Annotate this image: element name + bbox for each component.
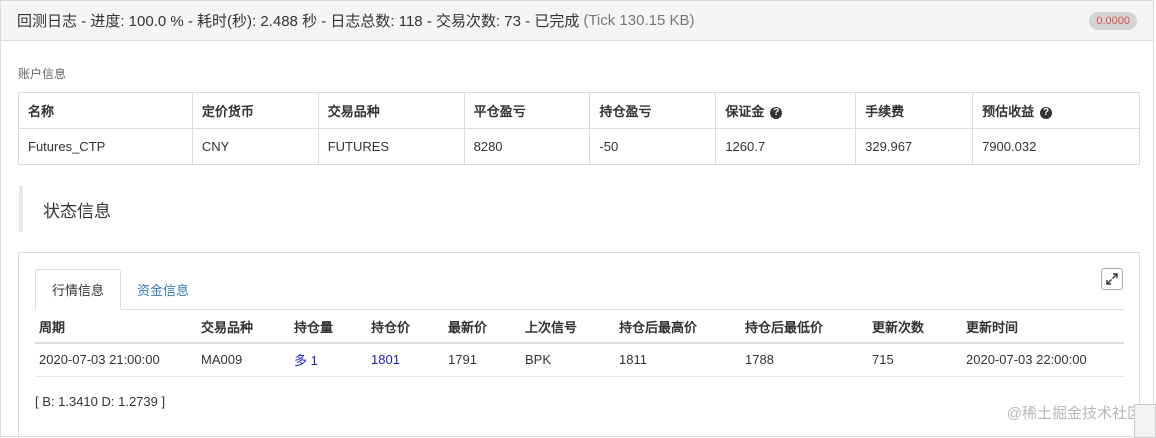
col-estimated-profit-label: 预估收益 bbox=[982, 104, 1035, 119]
corner-scroll-button[interactable] bbox=[1134, 404, 1156, 438]
cell-last-price: 1791 bbox=[444, 343, 521, 377]
expand-button[interactable] bbox=[1101, 268, 1123, 290]
col-product: 交易品种 bbox=[317, 92, 465, 129]
col-margin: 保证金? bbox=[715, 92, 857, 129]
col-position-pnl: 持仓盈亏 bbox=[589, 92, 717, 129]
cell-last-signal: BPK bbox=[521, 343, 615, 377]
cell-update-count: 715 bbox=[868, 343, 962, 377]
col-update-time: 更新时间 bbox=[962, 310, 1124, 344]
table-header-row: 周期 交易品种 持仓量 持仓价 最新价 上次信号 持仓后最高价 持仓后最低价 更… bbox=[35, 310, 1124, 344]
col-position-price: 持仓价 bbox=[367, 310, 444, 344]
cell-product: FUTURES bbox=[317, 128, 465, 165]
cell-closed-pnl: 8280 bbox=[463, 128, 591, 165]
question-circle-icon[interactable]: ? bbox=[1040, 107, 1053, 119]
watermark: @稀土掘金技术社区 bbox=[1006, 405, 1142, 422]
cell-position-price: 1801 bbox=[367, 343, 444, 377]
col-position-qty: 持仓量 bbox=[290, 310, 367, 344]
table-header-row: 名称 定价货币 交易品种 平仓盈亏 持仓盈亏 保证金? 手续费 预估收益? bbox=[18, 92, 1140, 129]
table-row: 2020-07-03 21:00:00 MA009 多 1 1801 1791 … bbox=[35, 343, 1124, 377]
cell-fee: 329.967 bbox=[855, 128, 974, 165]
cell-product: MA009 bbox=[197, 343, 290, 377]
table-row: Futures_CTP CNY FUTURES 8280 -50 1260.7 … bbox=[18, 128, 1140, 165]
col-margin-label: 保证金 bbox=[725, 104, 765, 119]
col-period: 周期 bbox=[35, 310, 197, 344]
col-estimated-profit: 预估收益? bbox=[972, 92, 1140, 129]
col-currency: 定价货币 bbox=[191, 92, 319, 129]
tick-info: (Tick 130.15 KB) bbox=[583, 12, 695, 29]
cell-currency: CNY bbox=[191, 128, 319, 165]
col-high-after-position: 持仓后最高价 bbox=[615, 310, 741, 344]
col-name: 名称 bbox=[18, 92, 193, 129]
backtest-status-title: 回测日志 - 进度: 100.0 % - 耗时(秒): 2.488 秒 - 日志… bbox=[17, 13, 580, 30]
cell-margin: 1260.7 bbox=[715, 128, 857, 165]
cell-name: Futures_CTP bbox=[18, 128, 193, 165]
status-title: 状态信息 bbox=[43, 201, 111, 221]
status-badge: 0.0000 bbox=[1089, 12, 1137, 30]
status-tabs: 行情信息 资金信息 bbox=[35, 269, 205, 310]
cell-low-after-position: 1788 bbox=[741, 343, 868, 377]
cell-update-time: 2020-07-03 22:00:00 bbox=[962, 343, 1124, 377]
cell-position-qty: 多 1 bbox=[290, 343, 367, 377]
status-section-title: 状态信息 bbox=[19, 186, 111, 232]
tab-funds-info[interactable]: 资金信息 bbox=[121, 269, 205, 310]
tab-market-info[interactable]: 行情信息 bbox=[35, 269, 122, 310]
col-closed-pnl: 平仓盈亏 bbox=[463, 92, 591, 129]
col-last-price: 最新价 bbox=[444, 310, 521, 344]
question-circle-icon[interactable]: ? bbox=[770, 107, 783, 119]
col-fee: 手续费 bbox=[855, 92, 974, 129]
backtest-log-panel: 回测日志 - 进度: 100.0 % - 耗时(秒): 2.488 秒 - 日志… bbox=[0, 0, 1154, 438]
cell-position-pnl: -50 bbox=[589, 128, 717, 165]
cell-period: 2020-07-03 21:00:00 bbox=[35, 343, 197, 377]
account-section-label: 账户信息 bbox=[18, 67, 67, 81]
market-table: 周期 交易品种 持仓量 持仓价 最新价 上次信号 持仓后最高价 持仓后最低价 更… bbox=[35, 310, 1124, 377]
col-low-after-position: 持仓后最低价 bbox=[741, 310, 868, 344]
col-last-signal: 上次信号 bbox=[521, 310, 615, 344]
indicator-note: [ B: 1.3410 D: 1.2739 ] bbox=[35, 394, 166, 409]
cell-high-after-position: 1811 bbox=[615, 343, 741, 377]
expand-icon bbox=[1106, 273, 1118, 285]
panel-heading: 回测日志 - 进度: 100.0 % - 耗时(秒): 2.488 秒 - 日志… bbox=[1, 1, 1153, 41]
account-table: 名称 定价货币 交易品种 平仓盈亏 持仓盈亏 保证金? 手续费 预估收益? Fu… bbox=[18, 92, 1140, 165]
col-product: 交易品种 bbox=[197, 310, 290, 344]
cell-estimated-profit: 7900.032 bbox=[972, 128, 1140, 165]
col-update-count: 更新次数 bbox=[868, 310, 962, 344]
status-box: 行情信息 资金信息 周期 交易品种 持仓量 持仓价 最新价 上次信号 持仓后最高… bbox=[18, 252, 1140, 438]
